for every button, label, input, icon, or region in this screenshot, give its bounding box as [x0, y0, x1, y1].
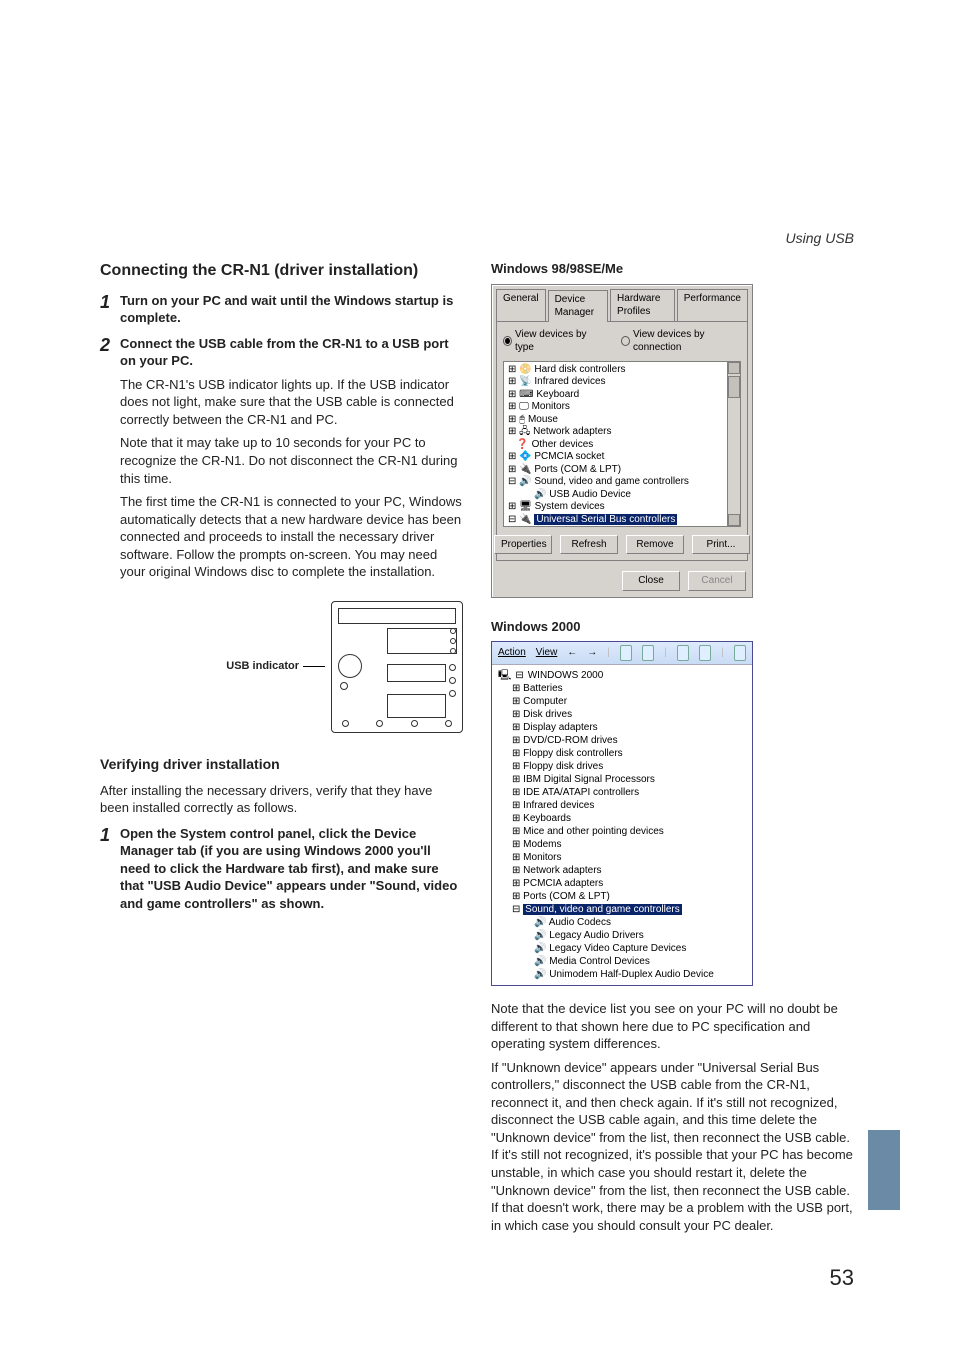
- step-2-p1: The CR-N1's USB indicator lights up. If …: [120, 376, 463, 429]
- win2k-device-tree[interactable]: ⊟ WINDOWS 2000 Batteries Computer Disk d…: [492, 665, 752, 985]
- note-unknown-device: If "Unknown device" appears under "Unive…: [491, 1059, 854, 1234]
- scrollbar[interactable]: [727, 362, 740, 526]
- verify-step-1-text: Open the System control panel, click the…: [120, 826, 457, 911]
- page-number: 53: [830, 1265, 854, 1291]
- right-column: Windows 98/98SE/Me General Device Manage…: [491, 260, 854, 1240]
- radio-view-by-connection[interactable]: View devices by connection: [621, 328, 741, 355]
- heading-win98: Windows 98/98SE/Me: [491, 260, 854, 278]
- tab-general[interactable]: General: [496, 289, 546, 321]
- usb-indicator-label: USB indicator: [226, 659, 325, 674]
- tab-device-manager[interactable]: Device Manager: [548, 290, 608, 322]
- refresh-button[interactable]: Refresh: [560, 535, 618, 555]
- step-2-lead: Connect the USB cable from the CR-N1 to …: [120, 336, 449, 369]
- step-1-number: 1: [100, 292, 120, 327]
- win98-dialog: General Device Manager Hardware Profiles…: [491, 284, 753, 598]
- verify-intro: After installing the necessary drivers, …: [100, 782, 463, 817]
- toolbar-icon[interactable]: [620, 645, 632, 661]
- nav-forward-icon[interactable]: →: [587, 646, 597, 660]
- toolbar-icon[interactable]: [677, 645, 689, 661]
- usb-indicator-diagram: USB indicator: [120, 597, 463, 737]
- remove-button[interactable]: Remove: [626, 535, 684, 555]
- menu-action[interactable]: Action: [498, 646, 526, 660]
- radio-view-by-type[interactable]: View devices by type: [503, 328, 597, 355]
- win2k-sound-controllers[interactable]: Sound, video and game controllers: [523, 904, 682, 915]
- heading-win2000: Windows 2000: [491, 618, 854, 636]
- step-1-text: Turn on your PC and wait until the Windo…: [120, 293, 453, 326]
- close-button[interactable]: Close: [622, 571, 680, 591]
- nav-back-icon[interactable]: ←: [567, 646, 577, 660]
- toolbar-icon[interactable]: [642, 645, 654, 661]
- verify-step-1: 1 Open the System control panel, click t…: [100, 825, 463, 913]
- cancel-button: Cancel: [688, 571, 746, 591]
- toolbar-icon[interactable]: [699, 645, 711, 661]
- side-tab: [868, 1130, 900, 1210]
- win98-usb-controllers[interactable]: Universal Serial Bus controllers: [534, 514, 677, 525]
- win2k-window: Action View ← → | | | ⊟ WINDOWS 2000 Bat…: [491, 641, 753, 986]
- properties-button[interactable]: Properties: [494, 535, 552, 555]
- heading-verifying: Verifying driver installation: [100, 755, 463, 774]
- note-device-list: Note that the device list you see on you…: [491, 1000, 854, 1053]
- heading-connecting: Connecting the CR-N1 (driver installatio…: [100, 260, 463, 282]
- running-head: Using USB: [786, 230, 854, 246]
- toolbar-icon[interactable]: [734, 645, 746, 661]
- step-2-p2: Note that it may take up to 10 seconds f…: [120, 434, 463, 487]
- step-2-p3: The first time the CR-N1 is connected to…: [120, 493, 463, 581]
- step-1: 1 Turn on your PC and wait until the Win…: [100, 292, 463, 327]
- step-2-number: 2: [100, 335, 120, 587]
- step-2: 2 Connect the USB cable from the CR-N1 t…: [100, 335, 463, 587]
- tab-performance[interactable]: Performance: [677, 289, 748, 321]
- print-button[interactable]: Print...: [692, 535, 750, 555]
- win98-device-tree[interactable]: ⊞ 📀 Hard disk controllers ⊞ 📡 Infrared d…: [503, 361, 741, 527]
- menu-view[interactable]: View: [536, 646, 558, 660]
- tab-hardware-profiles[interactable]: Hardware Profiles: [610, 289, 675, 321]
- verify-step-1-number: 1: [100, 825, 120, 913]
- device-illustration: [331, 601, 463, 733]
- win2k-toolbar: Action View ← → | | |: [492, 642, 752, 665]
- left-column: Connecting the CR-N1 (driver installatio…: [100, 260, 463, 1240]
